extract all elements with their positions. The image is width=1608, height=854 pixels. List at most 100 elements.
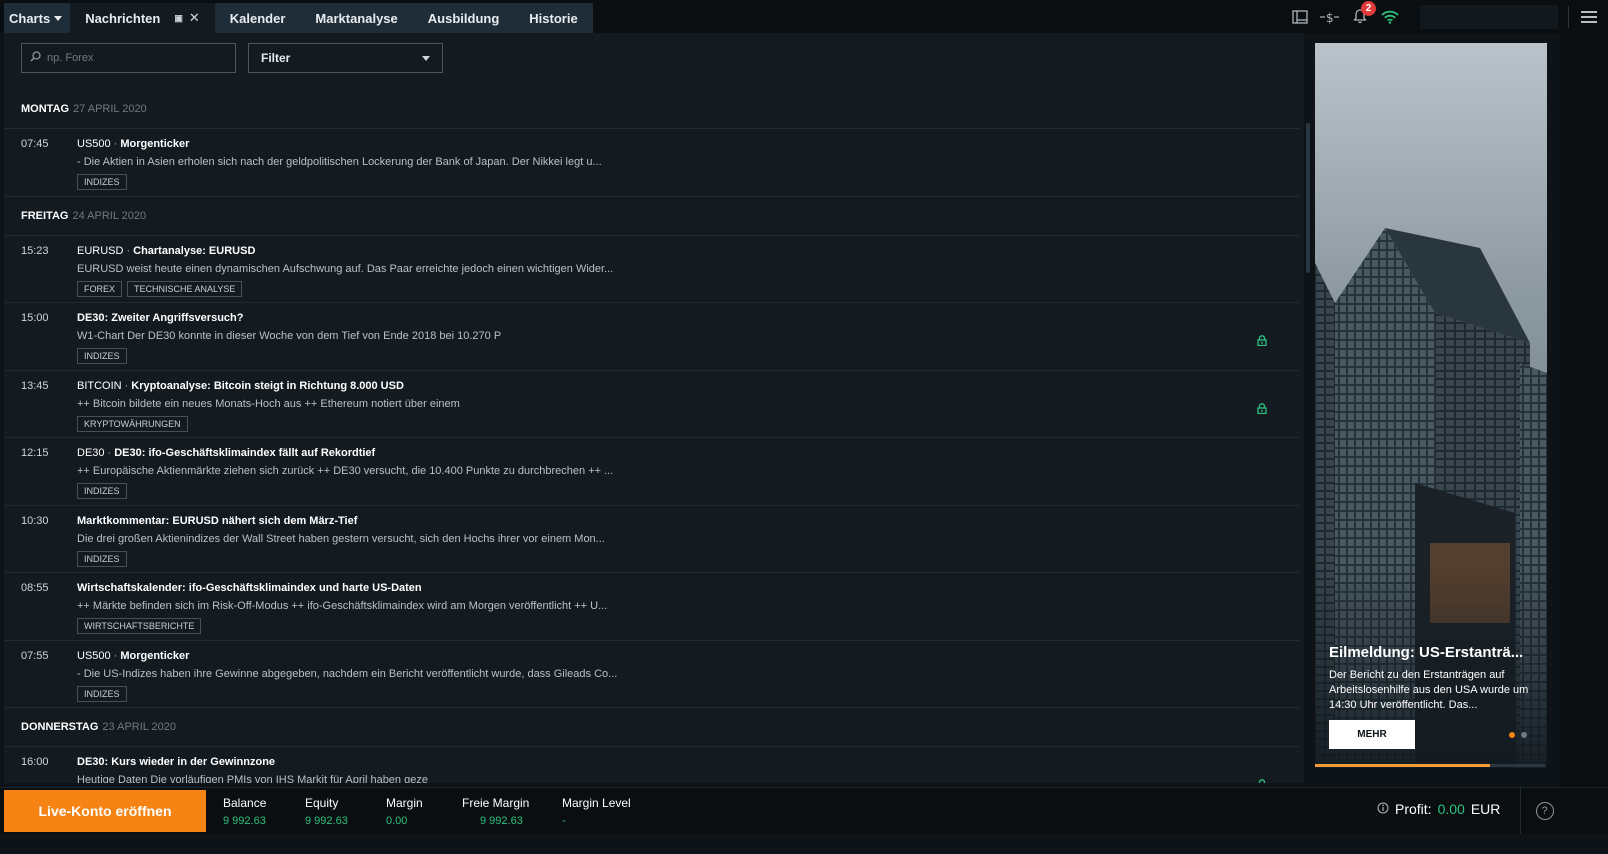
- news-tag[interactable]: FOREX: [77, 280, 123, 297]
- more-button[interactable]: MEHR: [1329, 720, 1415, 749]
- search-box[interactable]: [21, 43, 236, 73]
- news-summary: ++ Europäische Aktienmärkte ziehen sich …: [77, 465, 614, 477]
- day-header: MONTAG 27 APRIL 2020: [4, 90, 1300, 129]
- info-icon[interactable]: [1377, 801, 1389, 817]
- news-headline: Morgenticker: [120, 138, 190, 150]
- news-item[interactable]: 12:15 DE30 · DE30: ifo-Geschäftsklimaindex …: [4, 438, 1300, 506]
- news-tag[interactable]: INDIZES: [77, 550, 127, 567]
- news-title[interactable]: US500 · Morgenticker: [77, 138, 189, 150]
- news-summary: Heutige Daten Die vorläufigen PMIs von I…: [77, 774, 428, 783]
- metric-margin: Margin 0.00: [386, 796, 423, 827]
- news-headline: Kryptoanalyse: Bitcoin steigt in Richtun…: [131, 379, 404, 392]
- promo-title: Eilmeldung: US-Erstanträ...: [1329, 644, 1524, 661]
- profit-value: 0.00: [1437, 801, 1465, 817]
- help-button[interactable]: ?: [1520, 788, 1568, 834]
- carousel-dot[interactable]: [1521, 732, 1527, 738]
- dollar-transfer-icon[interactable]: $: [1316, 6, 1344, 28]
- news-title[interactable]: DE30 · DE30: ifo-Geschäftsklimaindex fällt…: [77, 447, 375, 459]
- metric-label: Equity: [305, 796, 339, 810]
- tab-bar: Charts Nachrichten ▣ ✕ Kalender Marktana…: [4, 3, 593, 33]
- day-date: 24 APRIL 2020: [72, 209, 147, 222]
- news-time: 16:00: [21, 756, 49, 768]
- news-tag[interactable]: INDIZES: [77, 174, 127, 190]
- news-summary: - Die US-Indizes haben ihre Gewinne abge…: [77, 667, 618, 680]
- tab-kalender[interactable]: Kalender: [214, 3, 301, 33]
- profit-currency: EUR: [1470, 801, 1501, 817]
- news-tag[interactable]: INDIZES: [77, 348, 127, 364]
- news-headline: DE30: Kurs wieder in der Gewinnzone: [77, 756, 276, 768]
- layout-icon[interactable]: [1286, 6, 1314, 28]
- news-tag[interactable]: INDIZES: [77, 483, 127, 499]
- bell-icon[interactable]: 2: [1346, 0, 1376, 28]
- tab-charts[interactable]: Charts: [4, 3, 71, 33]
- tab-marktanalyse[interactable]: Marktanalyse: [300, 3, 413, 33]
- wifi-icon: [1376, 6, 1404, 28]
- tab-label: Marktanalyse: [315, 10, 398, 26]
- news-item[interactable]: 16:00 DE30: Kurs wieder in der Gewinnzone…: [4, 747, 1300, 783]
- open-live-account-button[interactable]: Live-Konto eröffnen: [4, 790, 206, 832]
- metric-value: 9 992.63: [305, 815, 348, 827]
- tab-label: Ausbildung: [427, 10, 500, 26]
- news-separator: ·: [113, 649, 118, 662]
- news-title[interactable]: EURUSD · Chartanalyse: EURUSD: [77, 245, 255, 257]
- metric-label: Margin: [386, 796, 423, 810]
- search-input[interactable]: [47, 52, 217, 64]
- metric-free-margin: Freie Margin 9 992.63: [462, 796, 529, 827]
- news-tags: INDIZES: [77, 685, 132, 702]
- tab-label: Charts: [9, 10, 51, 26]
- news-summary: - Die Aktien in Asien erholen sich nach …: [77, 156, 602, 168]
- news-item[interactable]: 07:55 US500 · Morgenticker - Die US-Indizes …: [4, 641, 1300, 708]
- carousel-dot[interactable]: [1509, 732, 1515, 738]
- news-item[interactable]: 08:55 Wirtschaftskalender: ifo-Geschäftsk…: [4, 573, 1300, 641]
- news-item[interactable]: 07:45 US500 · Morgenticker - Die Aktien in A…: [4, 129, 1300, 197]
- news-title[interactable]: US500 · Morgenticker: [77, 650, 189, 662]
- svg-text:$: $: [1326, 11, 1334, 24]
- news-tag[interactable]: TECHNISCHE ANALYSE: [127, 280, 243, 297]
- account-selector[interactable]: [1420, 4, 1558, 29]
- hamburger-menu-icon[interactable]: [1568, 5, 1608, 28]
- news-item[interactable]: 13:45 BITCOIN · Kryptoanalyse: Bitcoin stei…: [4, 371, 1300, 438]
- news-time: 08:55: [21, 582, 49, 594]
- news-symbol: EURUSD: [77, 244, 124, 257]
- tab-ausbildung[interactable]: Ausbildung: [412, 3, 515, 33]
- metric-value: 0.00: [386, 815, 408, 827]
- news-title[interactable]: Marktkommentar: EURUSD nähert sich dem M…: [77, 515, 357, 527]
- filter-dropdown[interactable]: Filter: [248, 43, 443, 73]
- search-icon: [30, 49, 41, 67]
- scrollbar[interactable]: [1306, 123, 1310, 273]
- news-time: 13:45: [21, 379, 49, 392]
- news-symbol: BITCOIN: [77, 379, 122, 392]
- tab-historie[interactable]: Historie: [514, 3, 593, 33]
- tab-label: Nachrichten: [85, 10, 161, 26]
- news-separator: ·: [113, 138, 118, 150]
- news-item[interactable]: 15:00 DE30: Zweiter Angriffsversuch? W1-Ch…: [4, 303, 1300, 371]
- news-title[interactable]: DE30: Zweiter Angriffsversuch?: [77, 312, 243, 324]
- news-headline: Chartanalyse: EURUSD: [133, 244, 256, 257]
- news-title[interactable]: DE30: Kurs wieder in der Gewinnzone: [77, 756, 275, 768]
- news-title[interactable]: Wirtschaftskalender: ifo-Geschäftsklimai…: [77, 582, 422, 594]
- news-tag[interactable]: INDIZES: [77, 685, 127, 702]
- metric-label: Freie Margin: [462, 796, 530, 810]
- news-summary: ++ Märkte befinden sich im Risk-Off-Modu…: [77, 600, 608, 612]
- top-icons: $ 2: [1284, 0, 1608, 33]
- metric-value: 9 992.63: [480, 815, 523, 827]
- carousel-dots: [1509, 732, 1533, 738]
- close-icon[interactable]: ✕: [189, 10, 200, 26]
- profit-display: Profit: 0.00 EUR: [1377, 801, 1500, 817]
- news-title[interactable]: BITCOIN · Kryptoanalyse: Bitcoin steigt in…: [77, 380, 404, 392]
- help-icon: ?: [1535, 802, 1554, 820]
- day-name: DONNERSTAG: [21, 721, 99, 733]
- news-tag[interactable]: WIRTSCHAFTSBERICHTE: [77, 618, 202, 634]
- promo-banner[interactable]: Eilmeldung: US-Erstanträ... Der Bericht …: [1315, 43, 1547, 768]
- news-summary: Die drei großen Aktienindizes der Wall S…: [77, 532, 605, 545]
- detach-icon[interactable]: ▣: [174, 13, 183, 24]
- news-item[interactable]: 15:23 EURUSD · Chartanalyse: EURUSD EURUSD w…: [4, 236, 1300, 303]
- tab-nachrichten[interactable]: Nachrichten ▣ ✕: [70, 3, 215, 33]
- news-separator: ·: [126, 244, 131, 257]
- news-tag[interactable]: KRYPTOWÄHRUNGEN: [77, 415, 188, 432]
- top-bar: Charts Nachrichten ▣ ✕ Kalender Marktana…: [0, 0, 1608, 33]
- news-summary: EURUSD weist heute einen dynamischen Auf…: [77, 262, 614, 275]
- lock-icon: [1257, 333, 1267, 347]
- news-symbol: DE30: [77, 447, 105, 459]
- news-item[interactable]: 10:30 Marktkommentar: EURUSD nähert sich …: [4, 506, 1300, 573]
